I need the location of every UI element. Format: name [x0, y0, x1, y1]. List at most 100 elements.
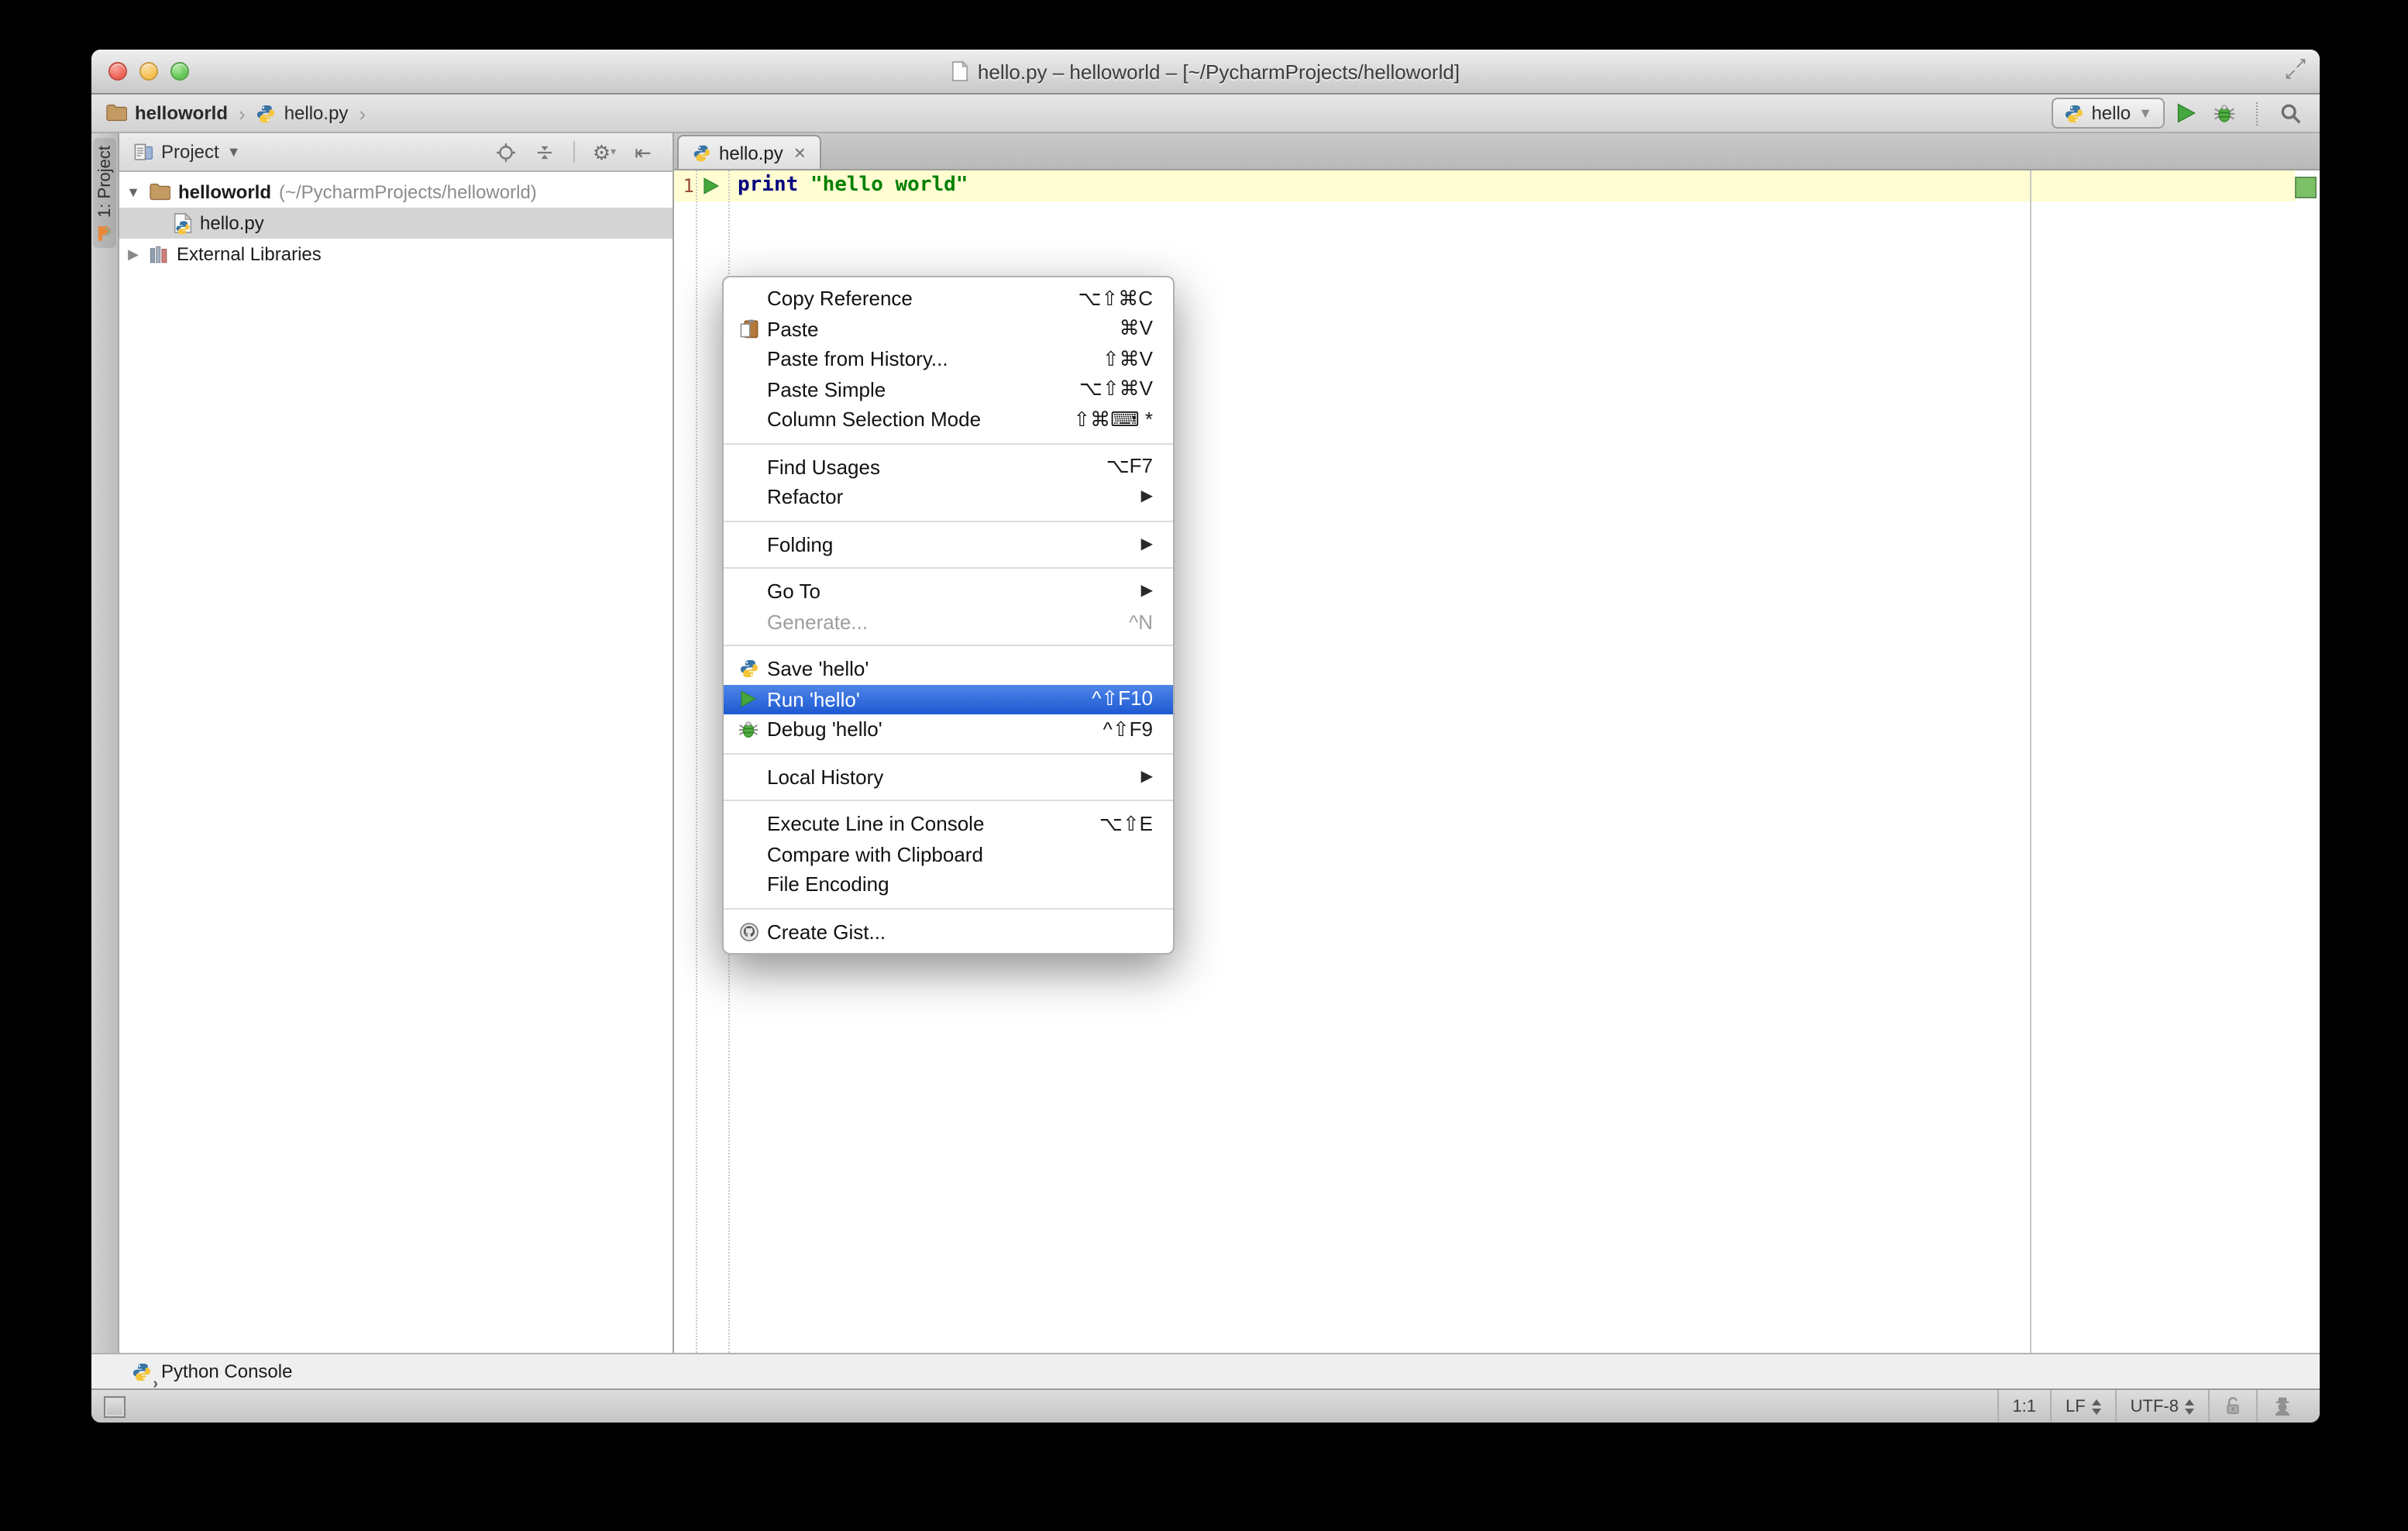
debug-button[interactable] — [2208, 98, 2239, 129]
menu-item-file-encoding[interactable]: File Encoding — [724, 869, 1173, 900]
readonly-lock-widget[interactable] — [2208, 1390, 2256, 1423]
inspection-scroll-strip[interactable] — [2295, 170, 2320, 1353]
submenu-arrow-icon: ▶ — [1140, 535, 1153, 553]
main-area: 1: Project Project ▼ ⚙ ▾ ⇤ ▼ helloworld … — [91, 133, 2320, 1353]
navigation-bar: helloworld › hello.py › hello ▼ — [91, 95, 2320, 133]
title-bar[interactable]: hello.py – helloworld – [~/PycharmProjec… — [91, 50, 2320, 95]
no-icon — [736, 485, 761, 510]
tab-hello-py[interactable]: hello.py × — [677, 135, 821, 169]
tree-row-label: helloworld — [178, 181, 271, 203]
no-icon — [736, 842, 761, 867]
menu-item-go-to[interactable]: Go To ▶ — [724, 576, 1173, 607]
gutter-separator — [696, 170, 697, 1353]
window-title-group: hello.py – helloworld – [~/PycharmProjec… — [951, 60, 1460, 83]
menu-item-find-usages[interactable]: Find Usages ⌥F7 — [724, 452, 1173, 482]
zoom-window-button[interactable] — [170, 62, 189, 81]
scroll-to-source-button[interactable] — [490, 136, 521, 167]
minimize-window-button[interactable] — [139, 62, 158, 81]
tree-row-helloworld[interactable]: ▼ helloworld (~/PycharmProjects/hellowor… — [119, 177, 673, 208]
python-icon — [2065, 104, 2083, 122]
python-console-button-label[interactable]: Python Console — [161, 1361, 292, 1382]
project-panel-header: Project ▼ ⚙ ▾ ⇤ — [119, 133, 673, 172]
menu-item-run-hello[interactable]: Run 'hello' ^⇧F10 — [724, 684, 1173, 714]
inspection-status-indicator[interactable] — [2295, 177, 2317, 198]
gear-icon: ⚙ — [592, 140, 611, 163]
editor-context-menu: Copy Reference ⌥⇧⌘C Paste ⌘V Paste from … — [722, 276, 1175, 955]
menu-item-folding[interactable]: Folding ▶ — [724, 529, 1173, 559]
menu-item-copy-reference[interactable]: Copy Reference ⌥⇧⌘C — [724, 284, 1173, 314]
left-tool-window-stripe: 1: Project — [91, 133, 119, 1353]
no-icon — [736, 455, 761, 480]
no-icon — [736, 580, 761, 604]
tree-row-path: (~/PycharmProjects/helloworld) — [279, 181, 537, 203]
tree-expanded-icon[interactable]: ▼ — [126, 184, 141, 200]
menu-separator — [724, 645, 1173, 646]
tree-collapsed-icon[interactable]: ▶ — [126, 246, 141, 263]
breadcrumb-file[interactable]: hello.py — [256, 102, 349, 124]
submenu-arrow-icon: ▶ — [1140, 583, 1153, 600]
toggle-toolwindows-button[interactable] — [104, 1395, 126, 1417]
caret-position-widget[interactable]: 1:1 — [1997, 1390, 2050, 1423]
menu-item-save-hello[interactable]: Save 'hello' — [724, 654, 1173, 684]
editor-tab-bar: hello.py × — [674, 133, 2320, 170]
breadcrumb-project-label: helloworld — [135, 102, 228, 124]
chevron-down-icon: ▾ — [611, 147, 617, 158]
close-tab-icon[interactable]: × — [794, 143, 806, 163]
tree-row-external-libraries[interactable]: ▶ External Libraries — [119, 239, 673, 270]
menu-item-create-gist[interactable]: Create Gist... — [724, 917, 1173, 947]
search-icon — [2280, 103, 2300, 123]
no-icon — [736, 872, 761, 897]
debug-bug-icon — [2213, 104, 2234, 122]
menu-item-paste-simple[interactable]: Paste Simple ⌥⇧⌘V — [724, 374, 1173, 404]
document-icon — [951, 60, 968, 81]
highlighting-level-widget[interactable] — [2256, 1390, 2307, 1423]
menu-item-column-selection-mode[interactable]: Column Selection Mode ⇧⌘⌨ * — [724, 404, 1173, 435]
breadcrumb-project[interactable]: helloworld — [105, 102, 228, 124]
window-title: hello.py – helloworld – [~/PycharmProjec… — [977, 60, 1460, 83]
collapse-all-button[interactable] — [528, 136, 559, 167]
menu-separator — [724, 520, 1173, 521]
panel-header-separator — [573, 141, 575, 163]
menu-item-compare-with-clipboard[interactable]: Compare with Clipboard — [724, 839, 1173, 869]
folder-icon — [106, 105, 127, 122]
search-everywhere-button[interactable] — [2275, 98, 2306, 129]
no-icon — [736, 765, 761, 790]
chevron-down-icon[interactable]: ▼ — [227, 144, 241, 160]
panel-settings-button[interactable]: ⚙ ▾ — [589, 136, 620, 167]
locate-target-icon — [496, 143, 514, 161]
fullscreen-icon[interactable]: ↗ ↙ — [2282, 57, 2309, 84]
menu-item-execute-line-in-console[interactable]: Execute Line in Console ⌥⇧E — [724, 809, 1173, 839]
close-window-button[interactable] — [108, 62, 127, 81]
menu-item-local-history[interactable]: Local History ▶ — [724, 762, 1173, 792]
project-panel-title[interactable]: Project — [161, 141, 219, 163]
python-file-icon — [174, 212, 192, 235]
no-icon — [736, 287, 761, 311]
menu-item-paste-from-history[interactable]: Paste from History... ⇧⌘V — [724, 344, 1173, 374]
code-keyword: print — [738, 174, 799, 197]
menu-separator — [724, 907, 1173, 909]
screen: hello.py – helloworld – [~/PycharmProjec… — [0, 0, 2408, 1531]
tab-label: hello.py — [719, 142, 783, 163]
menu-item-paste[interactable]: Paste ⌘V — [724, 314, 1173, 344]
no-icon — [736, 408, 761, 432]
submenu-arrow-icon: ▶ — [1140, 768, 1153, 786]
menu-item-refactor[interactable]: Refactor ▶ — [724, 482, 1173, 512]
project-tool-window-label: 1: Project — [95, 146, 114, 218]
line-number: 1 — [683, 175, 694, 197]
tree-row-label: hello.py — [200, 212, 264, 234]
project-tool-window-button[interactable]: 1: Project — [93, 138, 116, 249]
code-line-1: print "hello world" — [738, 170, 968, 201]
hide-panel-button[interactable]: ⇤ — [628, 136, 659, 167]
breadcrumb-file-label: hello.py — [284, 102, 349, 124]
no-icon — [736, 610, 761, 635]
tree-row-hello-py[interactable]: hello.py — [119, 208, 673, 239]
run-configuration-selector[interactable]: hello ▼ — [2051, 98, 2165, 129]
encoding-widget[interactable]: UTF-8 — [2114, 1390, 2208, 1423]
line-separator-widget[interactable]: LF — [2049, 1390, 2115, 1423]
tree-row-label: External Libraries — [177, 243, 322, 265]
run-button[interactable] — [2171, 98, 2202, 129]
menu-separator — [724, 800, 1173, 801]
run-line-marker[interactable] — [702, 177, 721, 195]
menu-item-debug-hello[interactable]: Debug 'hello' ^⇧F9 — [724, 714, 1173, 745]
python-icon — [257, 104, 275, 122]
